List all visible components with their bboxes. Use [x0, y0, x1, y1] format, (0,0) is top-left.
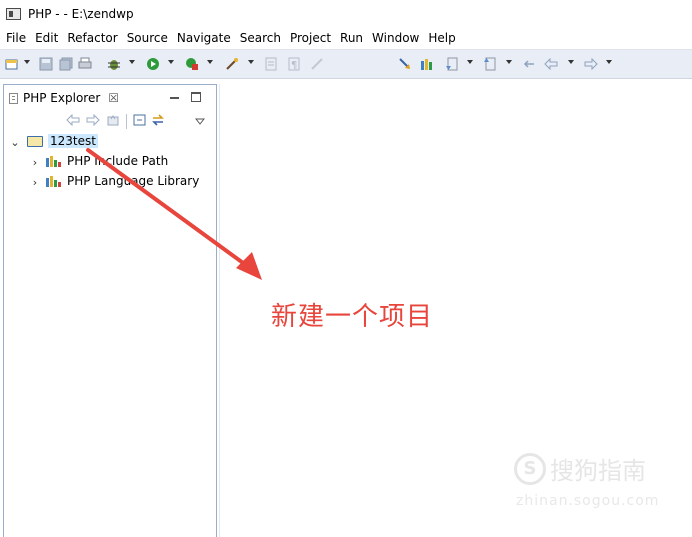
wand-icon[interactable]: [225, 57, 239, 71]
save-all-icon[interactable]: [59, 57, 73, 71]
link-with-editor-icon[interactable]: [151, 113, 165, 132]
menu-help[interactable]: Help: [425, 31, 459, 45]
project-tree: ⌄ 123test › PHP Include Path › PHP Langu…: [4, 132, 216, 192]
menu-refactor[interactable]: Refactor: [64, 31, 121, 45]
menu-window[interactable]: Window: [369, 31, 423, 45]
tree-label: PHP Language Library: [67, 174, 200, 188]
library-icon: [46, 176, 61, 187]
collapse-all-icon[interactable]: [133, 113, 147, 132]
tree-item-project[interactable]: ⌄ 123test: [4, 132, 216, 152]
back-icon[interactable]: [66, 113, 80, 132]
run-icon[interactable]: [146, 57, 160, 71]
menu-source[interactable]: Source: [124, 31, 172, 45]
tree-item-language-library[interactable]: › PHP Language Library: [4, 172, 216, 192]
forward-dropdown-icon[interactable]: [606, 60, 612, 64]
back-icon[interactable]: [544, 57, 558, 71]
outline-icon[interactable]: [264, 57, 278, 71]
tree-item-include-path[interactable]: › PHP Include Path: [4, 152, 216, 172]
php-explorer-panel: PHP Explorer ☒ ⌄ 123test › PHP Include P…: [3, 84, 217, 537]
project-folder-icon: [27, 136, 43, 147]
tab-label: PHP Explorer: [23, 91, 101, 105]
external-tools-icon[interactable]: [185, 57, 199, 71]
maximize-icon[interactable]: [191, 92, 201, 102]
prev-edit-icon[interactable]: [483, 57, 497, 71]
print-icon[interactable]: [78, 57, 92, 71]
menu-run[interactable]: Run: [337, 31, 367, 45]
forward-icon[interactable]: [86, 113, 100, 132]
main-toolbar: ¶: [0, 49, 692, 79]
external-tools-dropdown-icon[interactable]: [207, 60, 213, 64]
paragraph-icon[interactable]: ¶: [287, 57, 301, 71]
last-edit-location-icon[interactable]: [522, 57, 536, 71]
watermark-brand: 搜狗指南: [550, 457, 646, 485]
explorer-icon: [9, 92, 18, 104]
back-dropdown-icon[interactable]: [568, 60, 574, 64]
chevron-right-icon[interactable]: ›: [30, 176, 40, 189]
menu-file[interactable]: File: [3, 31, 30, 45]
menu-edit[interactable]: Edit: [32, 31, 62, 45]
project-label: 123test: [48, 134, 98, 148]
next-edit-icon[interactable]: [445, 57, 459, 71]
view-menu-icon[interactable]: [194, 115, 206, 131]
annotation-text: 新建一个项目: [271, 302, 434, 332]
toolbar-separator: [126, 114, 127, 129]
menu-search[interactable]: Search: [237, 31, 285, 45]
minimize-icon[interactable]: [170, 97, 179, 99]
tab-php-explorer[interactable]: PHP Explorer ☒: [4, 85, 135, 111]
panel-tab-bar: PHP Explorer ☒: [4, 85, 216, 111]
app-icon: [6, 7, 21, 20]
save-icon[interactable]: [39, 57, 53, 71]
chevron-right-icon[interactable]: ›: [30, 156, 40, 169]
watermark: S 搜狗指南 zhinan.sogou.com: [514, 451, 674, 521]
forward-icon[interactable]: [584, 57, 598, 71]
tree-label: PHP Include Path: [67, 154, 169, 168]
sogou-logo-icon: S: [514, 452, 546, 485]
menu-project[interactable]: Project: [287, 31, 335, 45]
close-icon[interactable]: ☒: [108, 91, 119, 105]
panel-toolbar: [4, 111, 216, 133]
new-icon[interactable]: [5, 57, 19, 71]
up-icon[interactable]: [106, 113, 120, 132]
library-icon: [46, 156, 61, 167]
title-bar: PHP - - E:\zendwp: [0, 0, 692, 27]
svg-text:¶: ¶: [291, 60, 297, 71]
new-dropdown-icon[interactable]: [24, 60, 30, 64]
window-title: PHP - - E:\zendwp: [28, 6, 134, 21]
chevron-down-icon[interactable]: ⌄: [10, 136, 20, 149]
php-library-icon[interactable]: [420, 57, 434, 71]
pen-icon[interactable]: [310, 57, 324, 71]
debug-icon[interactable]: [107, 57, 121, 71]
wand-dropdown-icon[interactable]: [248, 60, 254, 64]
prev-edit-dropdown-icon[interactable]: [506, 60, 512, 64]
debug-dropdown-icon[interactable]: [129, 60, 135, 64]
run-dropdown-icon[interactable]: [168, 60, 174, 64]
menu-bar: File Edit Refactor Source Navigate Searc…: [0, 27, 692, 49]
menu-navigate[interactable]: Navigate: [174, 31, 235, 45]
next-edit-dropdown-icon[interactable]: [467, 60, 473, 64]
next-annotation-icon[interactable]: [398, 57, 412, 71]
watermark-url: zhinan.sogou.com: [516, 493, 660, 509]
